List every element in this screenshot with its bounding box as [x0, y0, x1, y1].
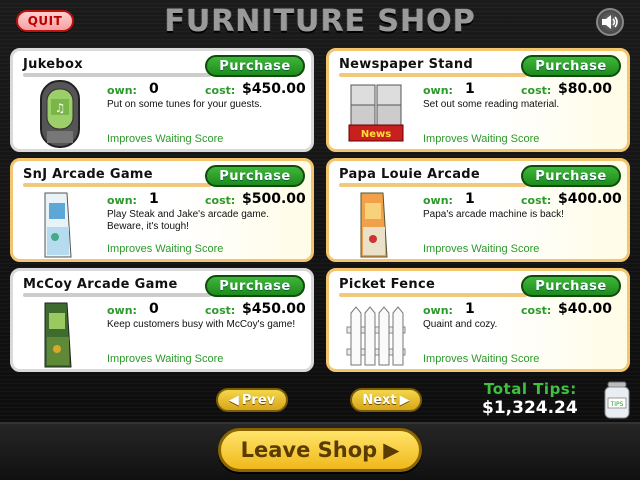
item-card-papa-louie-arcade: Papa Louie Arcade Purchase own: 1 cost: …	[326, 158, 630, 262]
picket-fence-icon	[346, 306, 406, 366]
own-count: 1	[465, 81, 475, 97]
item-name: Picket Fence	[339, 277, 436, 292]
item-card-picket-fence: Picket Fence Purchase own: 1 cost: $40.0…	[326, 268, 630, 372]
own-count: 1	[149, 191, 159, 207]
item-name: McCoy Arcade Game	[23, 277, 178, 292]
own-count: 1	[465, 191, 475, 207]
own-label: own:	[107, 304, 137, 317]
prev-button[interactable]: ◀ Prev	[216, 388, 288, 412]
arcade-cabinet-icon	[360, 192, 388, 258]
item-card-mccoy-arcade: McCoy Arcade Game Purchase own: 0 cost: …	[10, 268, 314, 372]
next-button[interactable]: Next ▶	[350, 388, 422, 412]
item-description: Put on some tunes for your guests.	[107, 99, 263, 110]
purchase-button[interactable]: Purchase	[521, 275, 621, 297]
shop-screen: QUIT FURNITURE SHOP Jukebox Purchase ♫ o…	[0, 0, 640, 480]
purchase-button[interactable]: Purchase	[521, 165, 621, 187]
cost-label: cost:	[521, 304, 552, 317]
purchase-button[interactable]: Purchase	[521, 55, 621, 77]
own-label: own:	[107, 84, 137, 97]
cost-label: cost:	[521, 84, 552, 97]
purchase-button[interactable]: Purchase	[205, 275, 305, 297]
cost-value: $500.00	[242, 191, 306, 207]
item-description: Quaint and cozy.	[423, 319, 498, 330]
item-description: Keep customers busy with McCoy's game!	[107, 319, 296, 330]
svg-text:♫: ♫	[55, 101, 66, 115]
cost-label: cost:	[205, 84, 236, 97]
cost-value: $80.00	[558, 81, 613, 97]
item-name: SnJ Arcade Game	[23, 167, 153, 182]
tip-jar-label: TIPS	[610, 401, 624, 408]
arrow-right-icon: ▶	[399, 392, 410, 408]
own-label: own:	[423, 194, 453, 207]
improves-label: Improves Waiting Score	[423, 353, 540, 365]
leave-shop-button[interactable]: Leave Shop ▶	[218, 428, 422, 472]
cost-value: $450.00	[242, 301, 306, 317]
purchase-button[interactable]: Purchase	[205, 165, 305, 187]
own-count: 1	[465, 301, 475, 317]
stand-sign: News	[361, 129, 391, 140]
improves-label: Improves Waiting Score	[107, 353, 224, 365]
own-count: 0	[149, 301, 159, 317]
sound-toggle-button[interactable]	[596, 8, 624, 36]
cost-value: $400.00	[558, 191, 622, 207]
total-tips-label: Total Tips:	[484, 380, 577, 398]
improves-label: Improves Waiting Score	[107, 133, 224, 145]
arcade-cabinet-icon	[44, 192, 72, 258]
item-description: Play Steak and Jake's arcade game. Bewar…	[107, 209, 270, 232]
arcade-cabinet-icon	[44, 302, 72, 368]
page-title: FURNITURE SHOP	[164, 4, 476, 39]
cost-label: cost:	[205, 304, 236, 317]
improves-label: Improves Waiting Score	[423, 243, 540, 255]
newspaper-stand-icon: News	[348, 84, 404, 142]
cost-label: cost:	[205, 194, 236, 207]
item-description: Set out some reading material.	[423, 99, 560, 110]
cost-value: $450.00	[242, 81, 306, 97]
improves-label: Improves Waiting Score	[107, 243, 224, 255]
item-name: Jukebox	[23, 57, 83, 72]
item-card-snj-arcade: SnJ Arcade Game Purchase own: 1 cost: $5…	[10, 158, 314, 262]
improves-label: Improves Waiting Score	[423, 133, 540, 145]
prev-label: Prev	[241, 392, 276, 408]
jukebox-icon: ♫	[40, 80, 80, 148]
arrow-left-icon: ◀	[228, 392, 239, 408]
speaker-icon	[602, 15, 618, 29]
own-label: own:	[107, 194, 137, 207]
item-name: Papa Louie Arcade	[339, 167, 480, 182]
next-label: Next	[362, 392, 397, 408]
leave-shop-label: Leave Shop	[240, 438, 378, 462]
top-bar: QUIT FURNITURE SHOP	[0, 0, 640, 44]
item-card-jukebox: Jukebox Purchase ♫ own: 0 cost: $450.00 …	[10, 48, 314, 152]
own-label: own:	[423, 304, 453, 317]
item-name: Newspaper Stand	[339, 57, 473, 72]
tip-jar-icon: TIPS	[604, 381, 630, 419]
cost-value: $40.00	[558, 301, 613, 317]
purchase-button[interactable]: Purchase	[205, 55, 305, 77]
cost-label: cost:	[521, 194, 552, 207]
item-description: Papa's arcade machine is back!	[423, 209, 564, 220]
play-arrow-icon: ▶	[383, 438, 400, 462]
item-card-newspaper-stand: Newspaper Stand Purchase News own: 1 cos…	[326, 48, 630, 152]
own-count: 0	[149, 81, 159, 97]
total-tips-value: $1,324.24	[482, 398, 578, 418]
own-label: own:	[423, 84, 453, 97]
